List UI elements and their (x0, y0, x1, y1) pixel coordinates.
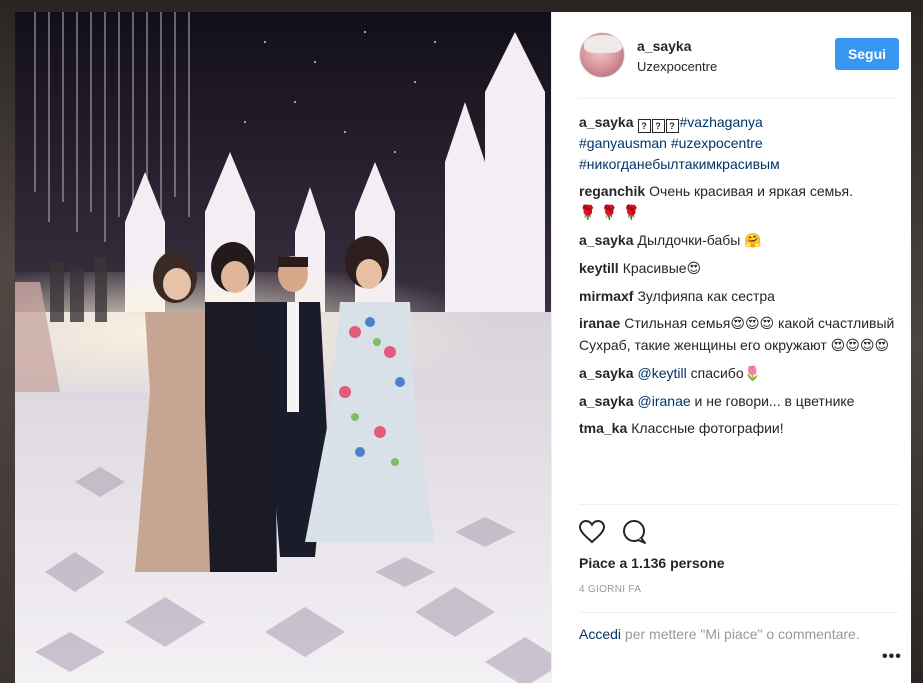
hug-emoji: 🤗 (744, 233, 762, 249)
comment-text: спасибо (686, 365, 744, 381)
heart-eyes-emoji: 😍😍😍😍 (830, 338, 890, 354)
post-header: a_sayka Uzexpocentre Segui (552, 12, 912, 98)
comment-text: и не говори... в цветнике (690, 393, 855, 409)
mention-link[interactable]: @iranae (638, 393, 691, 409)
heart-eyes-emoji: 😍 (686, 261, 702, 277)
mention-link[interactable]: @keytill (638, 365, 687, 381)
header-divider (579, 98, 899, 99)
login-divider (579, 612, 899, 613)
comment-text: Дылдочки-бабы (637, 232, 741, 248)
left-edge (0, 0, 15, 683)
comment-username[interactable]: a_sayka (579, 232, 634, 248)
comment-username[interactable]: a_sayka (579, 393, 634, 409)
hashtag-link[interactable]: #никогданебылтакимкрасивым (579, 156, 780, 172)
comment-username[interactable]: reganchik (579, 183, 645, 199)
post-timestamp[interactable]: 4 GIORNI FA (579, 584, 641, 595)
comment-username[interactable]: tma_ka (579, 420, 627, 436)
comment-text: Классные фотографии! (631, 420, 784, 436)
location-link[interactable]: Uzexpocentre (637, 59, 717, 74)
rose-emoji: 🌹 🌹 🌹 (579, 205, 641, 221)
avatar[interactable] (579, 32, 625, 78)
comment-username[interactable]: iranae (579, 315, 620, 331)
comment-item: a_sayka @iranae и не говори... в цветнике (579, 391, 901, 412)
comment-username[interactable]: keytill (579, 260, 619, 276)
comment-item: tma_ka Классные фотографии! (579, 418, 901, 439)
speech-bubble-icon[interactable] (621, 519, 647, 545)
missing-glyph-icon: ? (665, 119, 679, 133)
login-link[interactable]: Accedi (579, 626, 621, 642)
avatar-hat (584, 35, 622, 53)
comment-item: iranae Стильная семья😍😍😍 какой счастливый… (579, 313, 901, 357)
heart-outline-icon[interactable] (579, 520, 605, 544)
login-prompt: Accedi per mettere "Mi piace" o commenta… (579, 624, 899, 644)
missing-glyph-icon: ? (637, 119, 651, 133)
ellipsis-icon[interactable]: ••• (882, 649, 901, 666)
caption-username[interactable]: a_sayka (579, 114, 634, 130)
login-prompt-text: per mettere "Mi piace" o commentare. (621, 626, 860, 642)
hashtag-link[interactable]: #uzexpocentre (671, 135, 763, 151)
comment-text: Очень красивая и яркая семья. (649, 183, 854, 199)
comment-text: Зулфияпа как сестра (637, 288, 775, 304)
comment-text: Красивые (622, 260, 687, 276)
comment-text: Стильная семья (624, 315, 731, 331)
likes-count[interactable]: Piace a 1.136 persone (579, 555, 725, 571)
follow-button[interactable]: Segui (835, 38, 899, 70)
post-actions (579, 516, 647, 548)
caption: a_sayka??? #vazhaganya #ganyausman #uzexp… (579, 112, 901, 175)
hashtag-link[interactable]: #vazhaganya (680, 114, 763, 130)
photo-illustration (15, 12, 551, 683)
actions-divider (579, 504, 899, 505)
comment-item: a_sayka @keytill спасибо🌷 (579, 363, 901, 385)
comment-item: reganchik Очень красивая и яркая семья. 🌹… (579, 181, 901, 224)
comment-item: a_sayka Дылдочки-бабы 🤗 (579, 230, 901, 252)
comment-item: mirmaxf Зулфияпа как сестра (579, 286, 901, 307)
comment-item: keytill Красивые😍 (579, 258, 901, 280)
right-edge (911, 0, 923, 683)
missing-glyph-icon: ? (651, 119, 665, 133)
top-strip (0, 0, 923, 12)
tulip-emoji: 🌷 (743, 366, 762, 382)
comment-list: a_sayka??? #vazhaganya #ganyausman #uzexp… (579, 112, 901, 445)
comment-username[interactable]: a_sayka (579, 365, 634, 381)
post-side-panel: a_sayka Uzexpocentre Segui a_sayka??? #va… (551, 12, 911, 683)
comment-username[interactable]: mirmaxf (579, 288, 633, 304)
hashtag-link[interactable]: #ganyausman (579, 135, 667, 151)
heart-eyes-emoji: 😍😍😍 (730, 316, 775, 332)
author-username[interactable]: a_sayka (637, 38, 692, 54)
post-photo[interactable] (15, 12, 551, 683)
